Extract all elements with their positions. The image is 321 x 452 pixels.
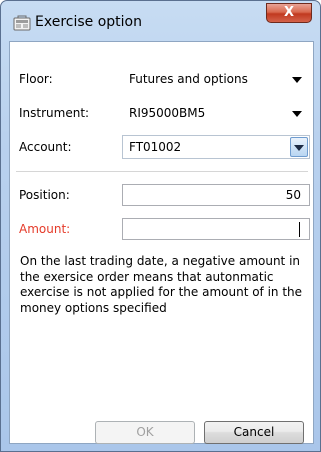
chevron-down-icon bbox=[292, 77, 302, 83]
exercise-note: On the last trading date, a negative amo… bbox=[20, 254, 303, 315]
account-dropdown[interactable]: FT01002 bbox=[122, 135, 310, 159]
position-label: Position: bbox=[19, 188, 70, 202]
floor-label: Floor: bbox=[19, 72, 53, 86]
amount-label: Amount: bbox=[19, 222, 71, 236]
text-caret bbox=[299, 222, 300, 237]
chevron-down-icon bbox=[292, 111, 302, 117]
cancel-button[interactable]: Cancel bbox=[204, 421, 304, 444]
floor-dropdown[interactable]: Futures and options bbox=[122, 67, 310, 91]
title-bar[interactable]: Exercise option X bbox=[1, 1, 320, 43]
window-title: Exercise option bbox=[35, 14, 142, 30]
ok-button[interactable]: OK bbox=[95, 421, 195, 444]
amount-field[interactable] bbox=[122, 218, 310, 240]
account-value: FT01002 bbox=[129, 140, 182, 154]
instrument-label: Instrument: bbox=[19, 106, 90, 120]
chevron-down-icon bbox=[294, 145, 304, 151]
account-label: Account: bbox=[19, 140, 72, 154]
position-field[interactable]: 50 bbox=[122, 184, 310, 206]
floor-value: Futures and options bbox=[129, 72, 248, 86]
close-button[interactable]: X bbox=[266, 3, 312, 23]
instrument-value: RI95000BM5 bbox=[129, 106, 206, 120]
position-value: 50 bbox=[285, 188, 301, 202]
divider bbox=[16, 171, 308, 172]
dialog-window: Exercise option X Floor: Futures and opt… bbox=[0, 0, 321, 452]
instrument-dropdown[interactable]: RI95000BM5 bbox=[122, 101, 310, 125]
account-dropdown-button[interactable] bbox=[290, 137, 308, 157]
option-exercise-icon bbox=[13, 15, 31, 31]
dialog-body: Floor: Futures and options Instrument: R… bbox=[9, 41, 314, 444]
